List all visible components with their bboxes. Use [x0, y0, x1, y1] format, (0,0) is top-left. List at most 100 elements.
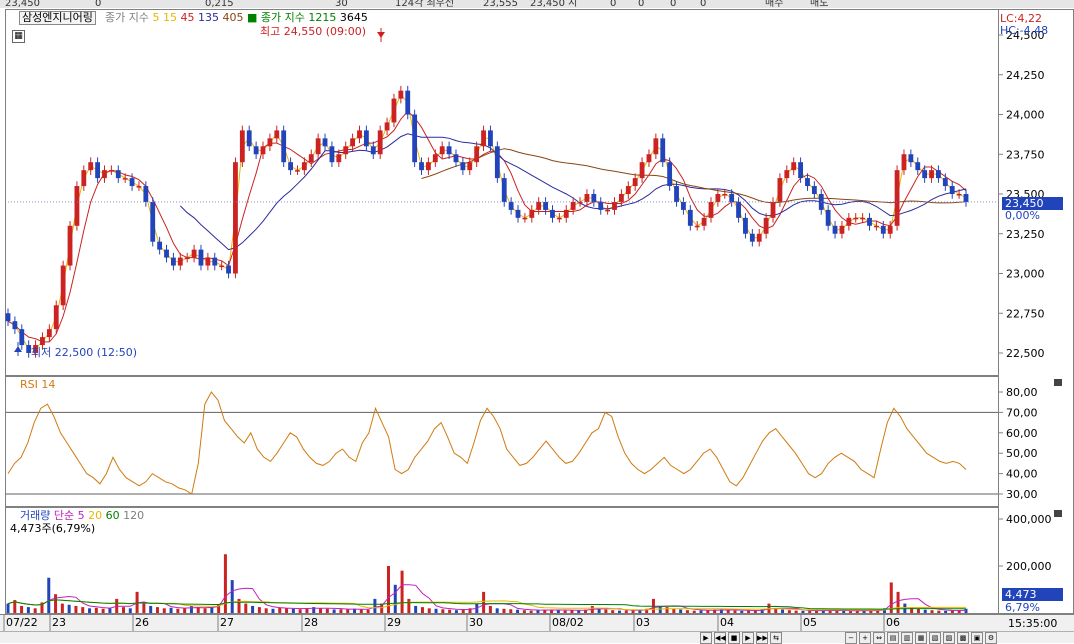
candle-body	[267, 138, 273, 147]
candle-body	[949, 186, 955, 194]
fit-icon[interactable]: ⇔	[873, 632, 885, 644]
volume-bar	[937, 610, 941, 613]
x-tick-label: 26	[135, 616, 149, 629]
volume-bar	[488, 605, 492, 613]
zoom-out-icon[interactable]: −	[845, 632, 857, 644]
candle-body	[219, 265, 225, 268]
play-icon[interactable]: ▶	[742, 632, 754, 644]
candle-body	[701, 217, 707, 226]
candle-body	[391, 98, 397, 123]
volume-bar	[801, 610, 805, 613]
candle-body	[550, 209, 555, 218]
volume-panel[interactable]	[5, 507, 999, 614]
candle-body	[481, 130, 486, 147]
volume-bar	[726, 610, 730, 613]
high-annotation: 최고 24,550 (09:00)	[260, 25, 367, 38]
candle-body	[722, 194, 728, 196]
fast-forward-icon[interactable]: ▶▶	[756, 632, 768, 644]
tool-icon-6[interactable]: ▩	[957, 632, 969, 644]
volume-bar	[611, 610, 615, 613]
candle-body	[563, 209, 569, 218]
tool-icon-1[interactable]: ▤	[887, 632, 899, 644]
rsi-panel[interactable]	[5, 376, 999, 507]
candle-body	[729, 194, 735, 202]
expand-icon[interactable]: ⇆	[770, 632, 782, 644]
rsi-tick-label: 40,00	[1006, 468, 1038, 481]
volume-bar	[509, 609, 513, 613]
candle-body	[915, 162, 921, 171]
candle-body	[825, 209, 831, 226]
x-tick-label: 23	[52, 616, 66, 629]
price-tick-label: 24,250	[1006, 69, 1045, 82]
volume-panel-menu-icon[interactable]	[1054, 510, 1062, 517]
zoom-in-icon[interactable]: +	[859, 632, 871, 644]
candle-body	[605, 209, 611, 212]
tool-icon-4[interactable]: ▧	[929, 632, 941, 644]
candle-body	[274, 130, 280, 139]
candle-body	[12, 321, 18, 330]
tool-icon-2[interactable]: ▥	[901, 632, 913, 644]
volume-bar	[434, 608, 438, 613]
rsi-panel-menu-icon[interactable]	[1054, 379, 1062, 386]
candle-body	[46, 329, 52, 338]
candle-body	[873, 225, 879, 228]
candle-body	[839, 225, 845, 234]
candle-body	[867, 217, 872, 226]
candle-body	[784, 170, 790, 179]
volume-bar	[230, 580, 234, 613]
candle-body	[660, 138, 666, 163]
vol-ma-20: 20	[88, 509, 103, 522]
tool-icon-3[interactable]: ▦	[915, 632, 927, 644]
volume-bar	[896, 591, 900, 613]
x-tick-label: 03	[636, 616, 650, 629]
volume-bar	[679, 609, 683, 613]
tool-icon-7[interactable]: ▣	[971, 632, 983, 644]
candle-body	[460, 162, 466, 171]
top-bar-value: 0	[670, 0, 676, 9]
volume-bar	[74, 605, 78, 613]
volume-tick-label: 200,000	[1006, 560, 1052, 573]
volume-bar	[516, 609, 520, 613]
x-tick-label: 05	[803, 616, 817, 629]
candle-body	[811, 186, 817, 194]
grid-toggle-icon[interactable]: ▦	[12, 30, 25, 43]
candle-body	[591, 194, 597, 202]
candle-body	[894, 170, 900, 226]
candle-body	[956, 194, 962, 196]
settings-icon[interactable]: ⚙	[985, 632, 997, 644]
stop-icon[interactable]: ■	[728, 632, 740, 644]
scroll-right-icon[interactable]: ▶	[700, 632, 712, 644]
volume-bar	[604, 609, 608, 613]
rewind-icon[interactable]: ◀◀	[714, 632, 726, 644]
symbol-name[interactable]: 삼성엔지니어링	[19, 11, 96, 25]
volume-title: 거래량	[20, 509, 51, 522]
vol-ma-60: 60	[105, 509, 120, 522]
legend-ma-3645: 3645	[339, 11, 368, 24]
volume-bar	[835, 610, 839, 613]
candle-body	[556, 217, 562, 220]
volume-bar	[556, 610, 560, 613]
candle-body	[129, 178, 135, 187]
volume-bar	[448, 609, 452, 613]
rsi-tick-label: 30,00	[1006, 488, 1038, 501]
candle-body	[646, 154, 652, 163]
candle-body	[860, 217, 866, 220]
candle-body	[136, 186, 142, 188]
candle-body	[791, 162, 797, 171]
volume-bar	[81, 607, 85, 613]
volume-bar	[495, 608, 499, 613]
candle-body	[749, 233, 755, 242]
volume-bar	[128, 608, 132, 613]
volume-bar	[482, 591, 486, 613]
top-bar-value: 0	[700, 0, 706, 9]
volume-bar	[665, 607, 669, 613]
tool-icon-5[interactable]: ▨	[943, 632, 955, 644]
volume-bar	[420, 607, 424, 613]
volume-bar	[101, 608, 105, 613]
low-annotation: 최저 22,500 (12:50)	[31, 346, 138, 359]
volume-bar	[536, 610, 540, 613]
candle-body	[887, 225, 893, 234]
x-tick-label: 30	[469, 616, 483, 629]
candle-body	[908, 154, 914, 163]
volume-bar	[26, 607, 30, 613]
